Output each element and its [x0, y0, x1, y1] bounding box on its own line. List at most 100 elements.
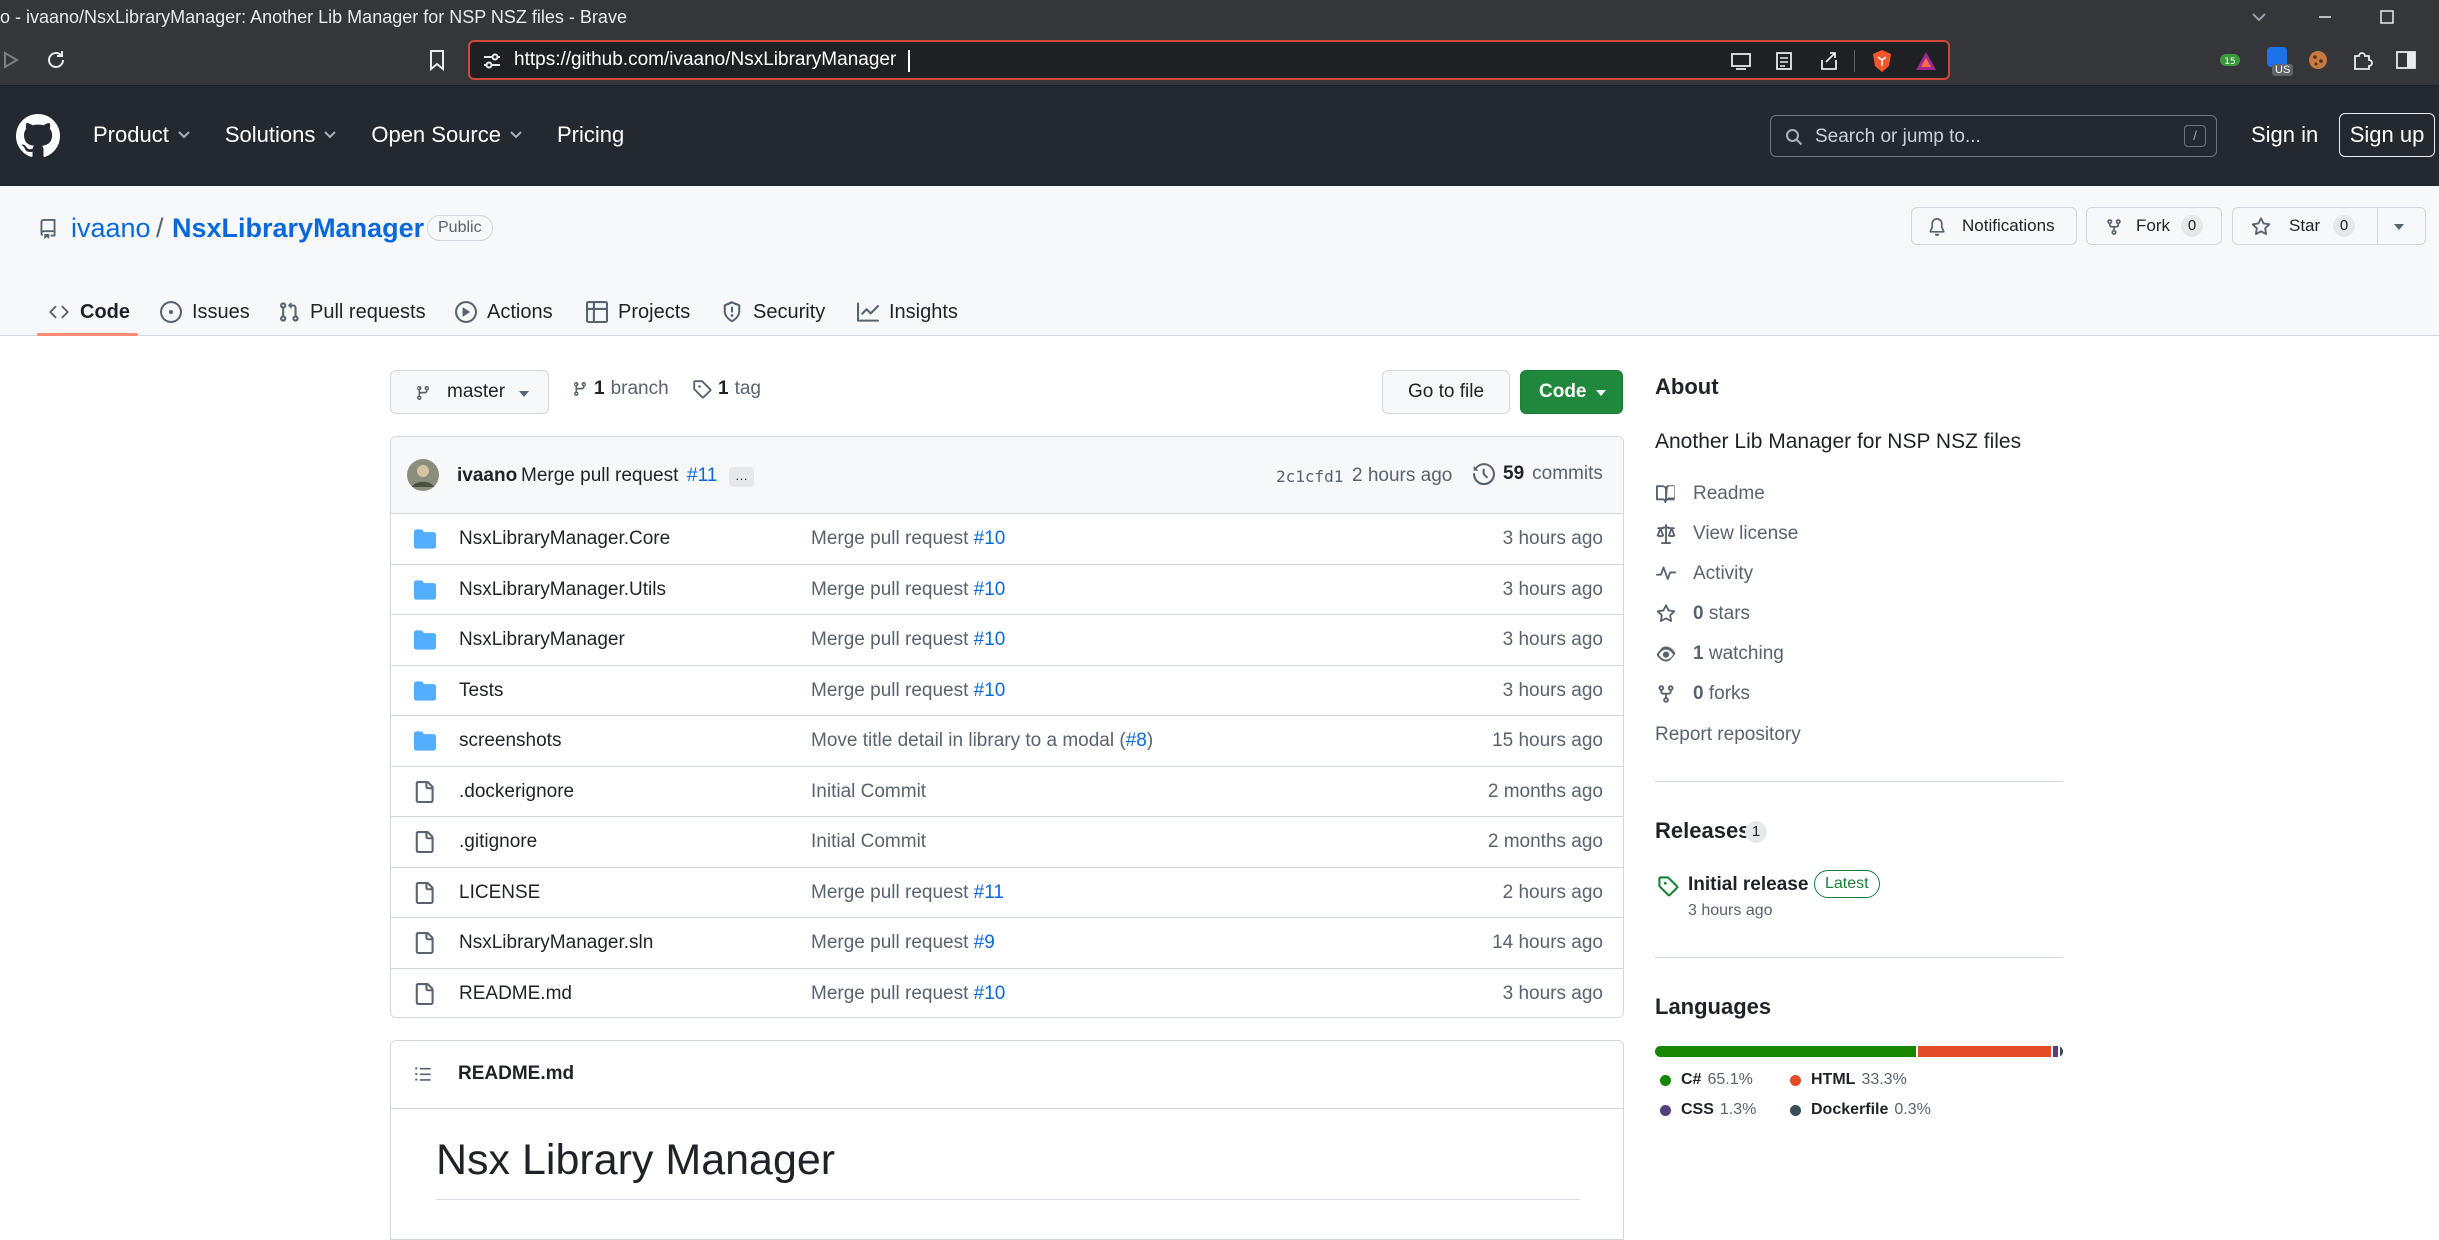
commit-message-link[interactable]: Merge pull request #9	[811, 932, 995, 954]
commit-message-link[interactable]: Move title detail in library to a modal …	[811, 730, 1153, 752]
activity-link[interactable]: Activity	[1655, 563, 1753, 585]
file-name[interactable]: README.md	[459, 983, 572, 1005]
file-name[interactable]: Tests	[459, 680, 503, 702]
caret-down-icon[interactable]	[2393, 222, 2405, 232]
license-link[interactable]: View license	[1655, 523, 1798, 545]
tab-actions[interactable]: Actions	[455, 290, 553, 334]
expand-commit-button[interactable]: …	[729, 467, 754, 487]
file-row[interactable]: screenshots Move title detail in library …	[391, 715, 1623, 766]
cookie-icon[interactable]	[2306, 48, 2330, 72]
file-row[interactable]: .gitignore Initial Commit 2 months ago	[391, 816, 1623, 867]
forks-link[interactable]: 0 forks	[1655, 683, 1750, 705]
tab-pull-requests[interactable]: Pull requests	[278, 290, 426, 334]
code-dropdown-button[interactable]: Code	[1520, 370, 1623, 414]
commit-message-link[interactable]: Merge pull request #10	[811, 528, 1005, 550]
play-icon[interactable]	[2, 50, 20, 70]
reload-icon[interactable]	[44, 48, 68, 72]
commit-message-link[interactable]: Merge pull request #10	[811, 983, 1005, 1005]
brave-shields-icon[interactable]	[1870, 48, 1894, 74]
branches-link[interactable]: 1 branch	[572, 378, 669, 400]
pr-link[interactable]: #8	[1126, 730, 1147, 751]
language-item-css[interactable]: CSS 1.3%	[1660, 1101, 1756, 1119]
avatar[interactable]	[407, 459, 439, 491]
github-logo-icon[interactable]	[16, 114, 60, 158]
nav-solutions[interactable]: Solutions	[225, 122, 338, 148]
pr-link[interactable]: #10	[974, 629, 1006, 650]
file-row[interactable]: NsxLibraryManager.sln Merge pull request …	[391, 917, 1623, 968]
commit-message-link[interactable]: Initial Commit	[811, 831, 926, 853]
pr-link[interactable]: #10	[974, 579, 1006, 600]
pr-link[interactable]: #10	[974, 528, 1006, 549]
file-row[interactable]: .dockerignore Initial Commit 2 months ago	[391, 765, 1623, 817]
pr-link[interactable]: #10	[974, 983, 1006, 1004]
file-row[interactable]: Tests Merge pull request #10 3 hours ago	[391, 664, 1623, 716]
file-name[interactable]: NsxLibraryManager	[459, 629, 625, 651]
file-name[interactable]: .gitignore	[459, 831, 537, 853]
sign-in-link[interactable]: Sign in	[2251, 122, 2318, 148]
stars-link[interactable]: 0 stars	[1655, 603, 1750, 625]
tab-insights[interactable]: Insights	[857, 290, 958, 334]
pr-link[interactable]: #9	[974, 932, 995, 953]
file-row[interactable]: NsxLibraryManager Merge pull request #10 3…	[391, 614, 1623, 665]
extension-translate[interactable]: US	[2264, 44, 2298, 80]
commit-message-link[interactable]: Initial Commit	[811, 781, 926, 803]
commit-message-link[interactable]: Merge pull request #11	[811, 882, 1004, 904]
notifications-button[interactable]: Notifications	[1911, 207, 2077, 245]
tab-issues[interactable]: Issues	[160, 290, 250, 334]
repo-name-link[interactable]: NsxLibraryManager	[172, 213, 424, 244]
url-text[interactable]: https://github.com/ivaano/NsxLibraryMana…	[514, 49, 896, 71]
watching-link[interactable]: 1 watching	[1655, 643, 1784, 665]
bookmark-icon[interactable]	[428, 48, 446, 72]
extensions-puzzle-icon[interactable]	[2350, 48, 2374, 72]
branch-select[interactable]: master	[390, 370, 549, 414]
file-row[interactable]: NsxLibraryManager.Core Merge pull request…	[391, 513, 1623, 564]
file-name[interactable]: NsxLibraryManager.sln	[459, 932, 653, 954]
pr-link[interactable]: #10	[974, 680, 1006, 701]
file-row[interactable]: NsxLibraryManager.Utils Merge pull reques…	[391, 563, 1623, 615]
language-item-csharp[interactable]: C# 65.1%	[1660, 1071, 1753, 1089]
report-repository-link[interactable]: Report repository	[1655, 724, 1801, 746]
tab-code[interactable]: Code	[48, 290, 130, 334]
minimize-icon[interactable]	[2316, 9, 2334, 25]
language-item-html[interactable]: HTML 33.3%	[1790, 1071, 1907, 1089]
brave-rewards-icon[interactable]	[1914, 50, 1938, 72]
cast-icon[interactable]	[1730, 51, 1752, 71]
commit-message-link[interactable]: Merge pull request #10	[811, 680, 1005, 702]
commit-author[interactable]: ivaano	[457, 465, 517, 487]
site-settings-icon[interactable]	[482, 51, 502, 71]
search-input[interactable]: Search or jump to... /	[1770, 115, 2217, 157]
commit-pr-link[interactable]: #11	[687, 465, 717, 487]
nav-pricing[interactable]: Pricing	[557, 122, 624, 148]
release-name-link[interactable]: Initial release	[1688, 874, 1808, 896]
repo-owner-link[interactable]: ivaano	[71, 213, 151, 244]
sidebar-toggle-icon[interactable]	[2394, 48, 2418, 72]
file-name[interactable]: NsxLibraryManager.Utils	[459, 579, 666, 601]
commit-sha[interactable]: 2c1cfd1	[1276, 467, 1343, 486]
nav-open-source[interactable]: Open Source	[371, 122, 523, 148]
commit-message-link[interactable]: Merge pull request #10	[811, 579, 1005, 601]
commit-message-link[interactable]: Merge pull request #10	[811, 629, 1005, 651]
tab-projects[interactable]: Projects	[586, 290, 690, 334]
star-button[interactable]: Star 0	[2232, 207, 2426, 245]
readme-filename[interactable]: README.md	[458, 1063, 574, 1085]
file-name[interactable]: NsxLibraryManager.Core	[459, 528, 670, 550]
file-name[interactable]: screenshots	[459, 730, 561, 752]
commit-message[interactable]: Merge pull request	[521, 465, 678, 487]
file-name[interactable]: LICENSE	[459, 882, 540, 904]
file-row[interactable]: LICENSE Merge pull request #11 2 hours ago	[391, 866, 1623, 918]
list-icon[interactable]	[413, 1065, 433, 1083]
file-row[interactable]: README.md Merge pull request #10 3 hours a…	[391, 967, 1623, 1018]
language-item-dockerfile[interactable]: Dockerfile 0.3%	[1790, 1101, 1931, 1119]
file-name[interactable]: .dockerignore	[459, 781, 574, 803]
sign-up-button[interactable]: Sign up	[2339, 113, 2435, 157]
tags-link[interactable]: 1 tag	[692, 378, 761, 400]
readme-link[interactable]: Readme	[1655, 483, 1765, 505]
fork-button[interactable]: Fork 0	[2086, 207, 2222, 245]
reader-mode-icon[interactable]	[1774, 51, 1794, 71]
commits-link[interactable]: 59 commits	[1473, 463, 1603, 485]
maximize-icon[interactable]	[2378, 8, 2396, 26]
chevron-down-icon[interactable]	[2250, 9, 2268, 25]
share-icon[interactable]	[1818, 50, 1840, 72]
tab-security[interactable]: Security	[721, 290, 825, 334]
extension-badge-icon[interactable]: 15	[2218, 48, 2242, 72]
